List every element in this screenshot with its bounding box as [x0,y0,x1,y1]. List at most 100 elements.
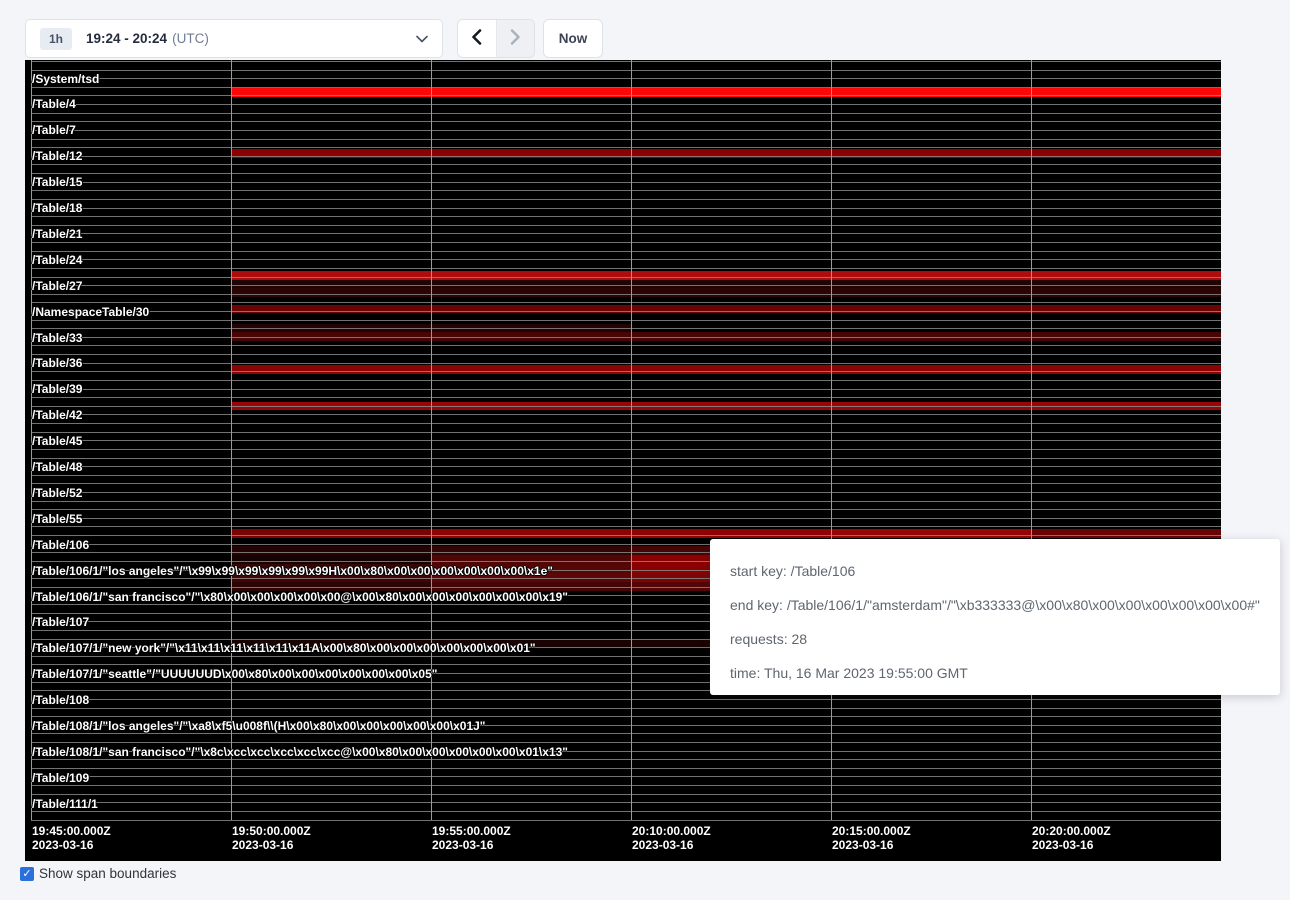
span-boundary-line [31,302,1221,303]
span-boundary-line [31,164,1221,165]
span-boundary-line [31,526,1221,527]
span-boundary-line [31,95,1221,96]
span-key-label: /Table/52 [32,487,82,500]
footer-controls: ✓ Show span boundaries [20,866,176,881]
x-axis-tick: 20:20:00.000Z 2023-03-16 [1032,824,1111,852]
time-bucket-line [1031,60,1032,820]
span-key-label: /NamespaceTable/30 [32,306,149,319]
span-boundary-line [31,87,1221,88]
span-boundary-line [31,78,1221,79]
range-duration-badge: 1h [40,28,72,50]
heat-band [1031,529,1221,538]
span-boundary-line [31,208,1221,209]
span-tooltip: start key: /Table/106 end key: /Table/10… [710,539,1280,695]
heat-band [431,564,631,573]
span-boundary-line [31,242,1221,243]
span-boundary-line [31,371,1221,372]
x-axis-tick: 20:15:00.000Z 2023-03-16 [832,824,911,852]
heat-band [431,546,631,555]
span-boundary-line [31,147,1221,148]
span-key-label: /Table/45 [32,435,82,448]
heat-band [831,529,1031,538]
x-axis-tick: 19:55:00.000Z 2023-03-16 [432,824,511,852]
span-boundary-line [31,708,1221,709]
span-boundary-line [31,328,1221,329]
range-text: 19:24 - 20:24 [86,31,167,46]
span-boundary-line [31,759,1221,760]
span-boundary-line [31,501,1221,502]
span-boundary-line [31,61,1221,62]
span-key-label: /Table/24 [32,254,82,267]
span-boundary-line [31,794,1221,795]
span-boundary-line [31,130,1221,131]
span-boundary-line [31,785,1221,786]
span-key-label: /Table/108/1/"san francisco"/"\x8c\xcc\x… [32,746,568,759]
span-boundary-line [31,397,1221,398]
span-boundary-line [31,70,1221,71]
span-boundary-line [31,139,1221,140]
prev-range-button[interactable] [458,20,497,57]
span-boundary-line [31,285,1221,286]
span-boundary-line [31,104,1221,105]
span-boundary-line [31,432,1221,433]
span-key-label: /Table/33 [32,332,82,345]
time-bucket-line [31,60,32,820]
time-nav-group [457,19,535,58]
span-key-label: /Table/55 [32,513,82,526]
span-boundary-line [31,466,1221,467]
span-boundary-line [31,716,1221,717]
span-boundary-line [31,475,1221,476]
span-key-label: /Table/106/1/"san francisco"/"\x80\x00\x… [32,591,568,604]
chevron-left-icon [471,29,482,48]
span-boundary-line [31,518,1221,519]
heat-band [231,555,431,564]
span-boundary-line [31,414,1221,415]
span-boundary-line [31,449,1221,450]
span-key-label: /Table/21 [32,228,82,241]
span-boundary-line [31,216,1221,217]
span-boundary-line [31,121,1221,122]
span-boundary-line [31,483,1221,484]
tooltip-time: time: Thu, 16 Mar 2023 19:55:00 GMT [730,656,1280,690]
span-boundary-line [31,458,1221,459]
x-axis-tick: 19:50:00.000Z 2023-03-16 [232,824,311,852]
span-boundary-line [31,233,1221,234]
heat-band [231,546,431,555]
span-boundary-line [31,113,1221,114]
time-bucket-line [431,60,432,820]
show-span-boundaries-checkbox[interactable]: ✓ [20,867,34,881]
span-boundary-line [31,733,1221,734]
next-range-button[interactable] [497,20,535,57]
span-key-label: /Table/36 [32,357,82,370]
span-key-label: /Table/111/1 [32,798,98,811]
time-bucket-line [831,60,832,820]
heat-band [231,280,1221,289]
span-boundary-line [31,742,1221,743]
tooltip-end-key: end key: /Table/106/1/"amsterdam"/"\xb33… [730,588,1280,622]
span-boundary-line [31,277,1221,278]
now-button[interactable]: Now [543,19,603,58]
chevron-down-icon [416,35,428,43]
heat-band [231,564,431,573]
span-key-label: /Table/107 [32,616,89,629]
span-boundary-line [31,294,1221,295]
span-key-label: /Table/108/1/"los angeles"/"\xa8\xf5\u00… [32,720,486,733]
key-visualizer-canvas[interactable]: /System/tsd/Table/4/Table/7/Table/12/Tab… [25,60,1221,861]
span-boundary-line [31,509,1221,510]
heat-band [231,288,1221,297]
heat-band [231,271,1221,280]
span-boundary-line [31,354,1221,355]
span-boundary-line [31,768,1221,769]
span-boundary-line [31,259,1221,260]
span-boundary-line [31,440,1221,441]
span-boundary-line [31,535,1221,536]
span-boundary-line [31,725,1221,726]
heat-band [231,529,431,538]
span-boundary-line [31,225,1221,226]
span-boundary-line [31,820,1221,821]
span-boundary-line [31,173,1221,174]
chevron-right-icon [510,29,521,48]
span-boundary-line [31,268,1221,269]
span-key-label: /Table/42 [32,409,82,422]
time-range-select[interactable]: 1h 19:24 - 20:24 (UTC) [25,19,443,58]
